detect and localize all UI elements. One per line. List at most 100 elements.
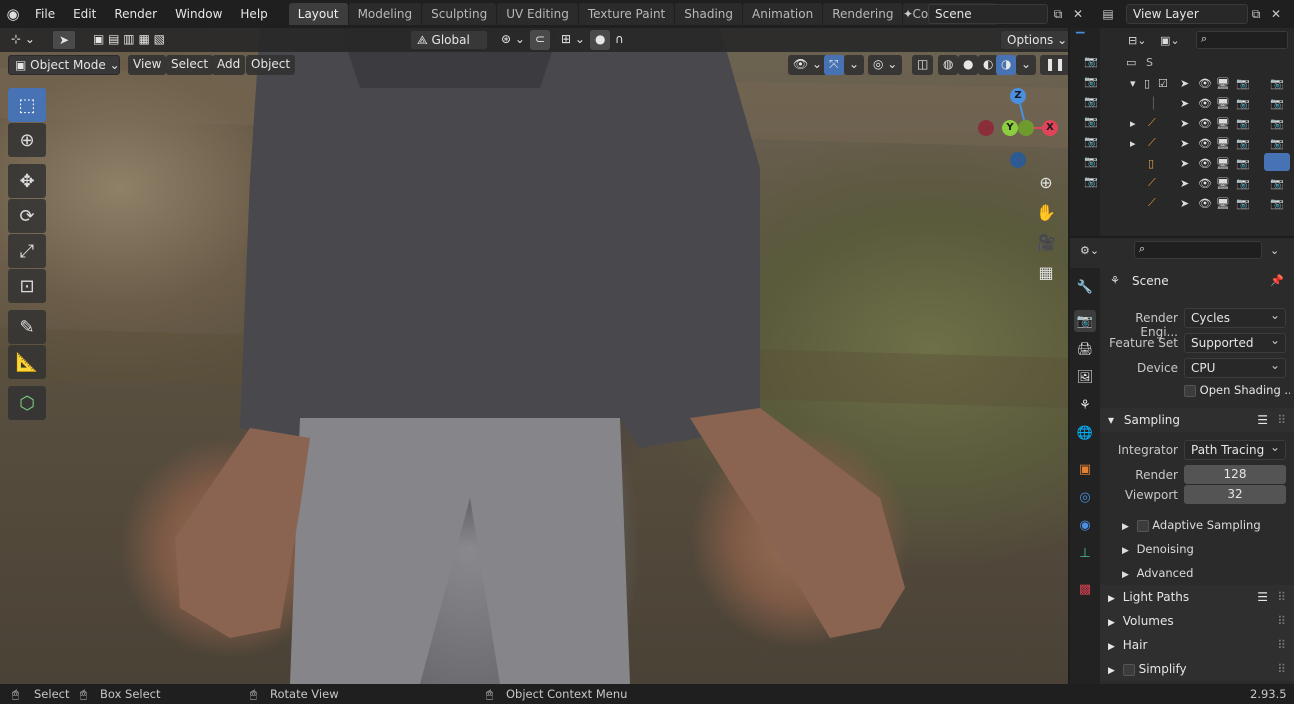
solid-shading-icon[interactable]: ● — [958, 55, 979, 75]
visibility-icon[interactable]: 👁 ⌄ — [788, 55, 828, 75]
viewport-menu-view[interactable]: View — [128, 55, 167, 75]
properties-options-icon[interactable]: ⌄ — [1270, 244, 1279, 257]
adaptive-sampling-subpanel[interactable]: ▶ Adaptive Sampling — [1122, 518, 1261, 532]
display-mode-icon[interactable]: ▣⌄ — [1160, 34, 1180, 47]
outliner-row[interactable]: ▸ ⟋ ➤ 👁 🖥 📷 📷 — [1070, 113, 1294, 133]
expand-arrow-icon[interactable]: ▸ — [1130, 117, 1136, 130]
expand-arrow-icon[interactable]: ▾ — [1130, 77, 1136, 90]
gizmo-z-icon[interactable]: Z — [1010, 88, 1026, 104]
tool-tab-icon[interactable]: 🔧 — [1074, 276, 1096, 298]
presets-list-icon[interactable]: ☰ — [1257, 408, 1268, 432]
holdout-active-icon[interactable] — [1264, 153, 1290, 171]
gizmo-neg-x-icon[interactable] — [978, 120, 994, 136]
viewport-menu-select[interactable]: Select — [166, 55, 214, 75]
tab-sculpting[interactable]: Sculpting — [422, 3, 497, 25]
overlay-icon[interactable]: ◎ ⌄ — [868, 55, 903, 75]
eye-icon[interactable]: 👁 — [1198, 157, 1212, 170]
transform-orientation-dropdown[interactable]: ⟁ Global — [410, 30, 488, 50]
outliner-row[interactable]: │ ➤ 👁 🖥 📷 📷 — [1070, 93, 1294, 113]
tab-layout[interactable]: Layout — [288, 3, 348, 25]
snap-icon[interactable]: ⊂ — [530, 30, 551, 50]
viewport-menu-object[interactable]: Object — [246, 55, 296, 75]
volumes-panel-header[interactable]: ▶ Volumes ⠿ — [1100, 609, 1294, 633]
menu-help[interactable]: Help — [231, 3, 276, 25]
remove-scene-icon[interactable]: ✕ — [1068, 4, 1088, 24]
object-tab-icon[interactable]: ▣ — [1074, 458, 1096, 480]
snap-target-icon[interactable]: ⊞ ⌄ — [556, 30, 590, 50]
menu-window[interactable]: Window — [166, 3, 231, 25]
pan-hand-icon[interactable]: ✋ — [1034, 200, 1058, 224]
drag-handle-icon[interactable]: ⠿ — [1277, 585, 1286, 609]
hair-panel-header[interactable]: ▶ Hair ⠿ — [1100, 633, 1294, 657]
viewport-restrict-icon[interactable]: 🖥 — [1216, 177, 1230, 190]
world-tab-icon[interactable]: 🌐 — [1074, 422, 1096, 444]
select-restrict-icon[interactable]: ➤ — [1180, 177, 1189, 190]
render-restrict-icon[interactable]: 📷 — [1236, 117, 1250, 130]
new-view-layer-icon[interactable]: ⧉ — [1246, 4, 1266, 24]
xray-icon[interactable]: ◫ — [912, 55, 934, 75]
properties-editor-type-icon[interactable]: ⚙⌄ — [1080, 244, 1099, 257]
cursor-tool-icon[interactable]: ⊕ — [8, 123, 46, 157]
eye-icon[interactable]: 👁 — [1198, 77, 1212, 90]
gizmo-neg-y-icon[interactable] — [1018, 120, 1034, 136]
holdout-icon[interactable]: 📷 — [1270, 117, 1284, 130]
scale-tool-icon[interactable]: ⤢ — [8, 234, 46, 268]
tab-modeling[interactable]: Modeling — [348, 3, 422, 25]
move-tool-icon[interactable]: ✥ — [8, 164, 46, 198]
select-box-tool-icon[interactable]: ⬚ — [8, 88, 46, 122]
constraints-tab-icon[interactable]: ⊥ — [1074, 542, 1096, 564]
select-restrict-icon[interactable]: ➤ — [1180, 117, 1189, 130]
tab-texture-paint[interactable]: Texture Paint — [578, 3, 675, 25]
integrator-dropdown[interactable]: Path Tracing — [1184, 438, 1286, 460]
holdout-icon[interactable]: 📷 — [1270, 177, 1284, 190]
drag-handle-icon[interactable]: ⠿ — [1277, 657, 1286, 681]
outliner-row[interactable]: ▸ ⟋ ➤ 👁 🖥 📷 📷 — [1070, 133, 1294, 153]
selection-mode-icons[interactable]: ▣ ▤ ▥ ▦ ▧ — [88, 30, 170, 50]
select-tool-icon[interactable]: ➤ — [52, 30, 77, 50]
zoom-icon[interactable]: ⊕ — [1034, 170, 1058, 194]
holdout-icon[interactable]: 📷 — [1270, 137, 1284, 150]
render-restrict-icon[interactable]: 📷 — [1236, 97, 1250, 110]
render-restrict-icon[interactable]: 📷 — [1236, 137, 1250, 150]
light-paths-panel-header[interactable]: ▶ Light Paths ☰ ⠿ — [1100, 585, 1294, 609]
gizmo-y-icon[interactable]: Y — [1002, 120, 1018, 136]
scene-icon[interactable]: ✦ — [898, 4, 918, 24]
menu-edit[interactable]: Edit — [64, 3, 105, 25]
render-tab-icon[interactable]: 📷 — [1074, 310, 1096, 332]
camera-view-icon[interactable]: 🎥 — [1034, 230, 1058, 254]
properties-editor-toggle-icon[interactable]: ▔ — [1076, 32, 1084, 45]
tab-uv-editing[interactable]: UV Editing — [497, 3, 578, 25]
eye-icon[interactable]: 👁 — [1198, 197, 1212, 210]
render-samples-field[interactable]: 128 — [1184, 465, 1286, 484]
add-cube-tool-icon[interactable]: ⬡ — [8, 386, 46, 420]
drag-handle-icon[interactable]: ⠿ — [1277, 408, 1286, 432]
denoising-subpanel[interactable]: ▶ Denoising — [1122, 542, 1194, 556]
modifier-tab-icon[interactable]: ◎ — [1074, 486, 1096, 508]
3d-viewport[interactable]: ⊹ ⌄ ➤ ▣ ▤ ▥ ▦ ▧ ⟁ Global ⊛ ⌄ ⊂ ⊞ ⌄ ● ∩ O… — [0, 28, 1068, 684]
select-restrict-icon[interactable]: ➤ — [1180, 157, 1189, 170]
editor-type-icon[interactable]: ⊹ ⌄ — [6, 30, 40, 50]
open-shading-checkbox[interactable]: Open Shading ... — [1184, 383, 1290, 397]
select-restrict-icon[interactable]: ➤ — [1180, 197, 1189, 210]
holdout-icon[interactable]: 📷 — [1270, 197, 1284, 210]
viewport-restrict-icon[interactable]: 🖥 — [1216, 117, 1230, 130]
scene-tab-icon[interactable]: ⚘ — [1074, 394, 1096, 416]
viewport-restrict-icon[interactable]: 🖥 — [1216, 157, 1230, 170]
checkbox-icon[interactable] — [1136, 519, 1149, 532]
render-restrict-icon[interactable]: 📷 — [1236, 177, 1250, 190]
sampling-panel-header[interactable]: ▾ Sampling ☰ ⠿ — [1100, 408, 1294, 432]
properties-search-input[interactable]: ⌕ — [1134, 241, 1262, 259]
outliner-row[interactable]: ⟋ ➤ 👁 🖥 📷 📷 — [1070, 193, 1294, 213]
rotate-tool-icon[interactable]: ⟳ — [8, 199, 46, 233]
checkbox-icon[interactable] — [1184, 384, 1196, 397]
outliner-search-input[interactable]: ⌕ — [1196, 31, 1288, 49]
render-engine-dropdown[interactable]: Cycles — [1184, 306, 1286, 328]
scene-field[interactable]: Scene — [928, 4, 1048, 24]
drag-handle-icon[interactable]: ⠿ — [1277, 609, 1286, 633]
annotate-tool-icon[interactable]: ✎ — [8, 310, 46, 344]
eye-icon[interactable]: 👁 — [1198, 117, 1212, 130]
outliner-row[interactable]: ▾ ▯ ☑ ➤ 👁 🖥 📷 📷 — [1070, 73, 1294, 93]
blender-logo-icon[interactable]: ◉ — [0, 0, 26, 28]
gizmo-dropdown-icon[interactable]: ⌄ — [844, 55, 865, 75]
presets-list-icon[interactable]: ☰ — [1257, 585, 1268, 609]
